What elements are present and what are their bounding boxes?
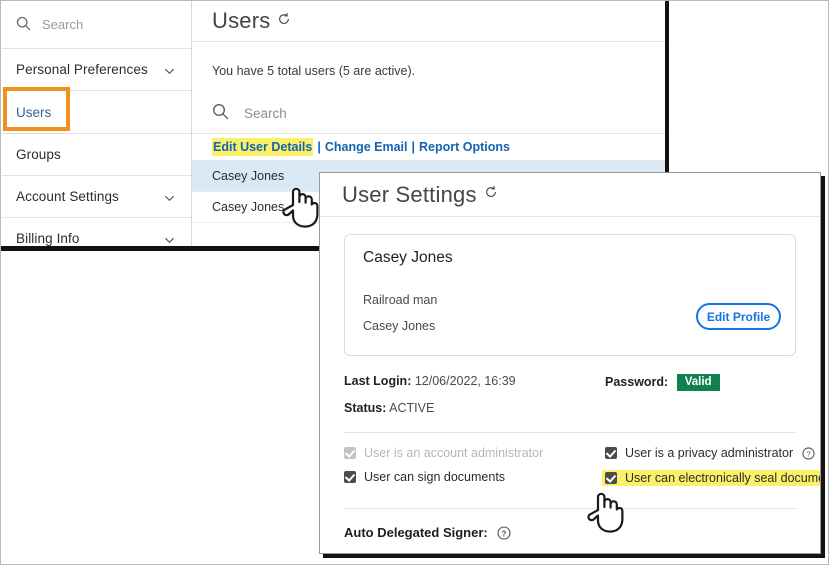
chevron-down-icon: [164, 233, 175, 244]
divider: [344, 432, 796, 433]
link-separator: |: [317, 140, 321, 154]
chevron-down-icon: [164, 191, 175, 202]
checkbox-checked-icon: [605, 472, 617, 484]
auto-delegated-signer-row: Auto Delegated Signer: ?: [344, 525, 796, 540]
help-circle-icon[interactable]: ?: [497, 526, 511, 540]
permission-account-administrator[interactable]: User is an account administrator: [344, 446, 543, 460]
help-circle-icon[interactable]: ?: [802, 447, 815, 460]
profile-full-name: Casey Jones: [363, 319, 435, 333]
status-value: ACTIVE: [389, 401, 434, 415]
sidebar-item-users[interactable]: Users: [2, 91, 191, 134]
users-count-text: You have 5 total users (5 are active).: [192, 42, 669, 78]
chevron-down-icon: [164, 64, 175, 75]
sidebar-nav: Search Personal Preferences Users Groups…: [2, 1, 192, 246]
sidebar-item-label: Users: [16, 105, 51, 120]
sidebar-item-billing-info[interactable]: Billing Info: [2, 218, 191, 246]
permission-electronically-seal-documents[interactable]: User can electronically seal documents: [602, 470, 821, 486]
profile-display-name: Casey Jones: [363, 249, 777, 267]
account-meta-block: Last Login: 12/06/2022, 16:39 Password: …: [344, 374, 796, 426]
link-separator: |: [412, 140, 416, 154]
divider: [344, 508, 796, 509]
status-badge: Valid: [677, 374, 720, 391]
sidebar-item-label: Groups: [16, 147, 61, 162]
users-search-field[interactable]: Search: [192, 94, 669, 134]
password-label: Password:: [605, 375, 668, 389]
sidebar-search[interactable]: Search: [2, 1, 191, 49]
screenshot-root: Search Personal Preferences Users Groups…: [0, 0, 829, 565]
user-name: Casey Jones: [212, 200, 284, 214]
svg-text:?: ?: [807, 449, 811, 458]
sidebar-search-placeholder: Search: [42, 17, 83, 32]
report-options-link[interactable]: Report Options: [419, 140, 510, 154]
sidebar-item-personal-preferences[interactable]: Personal Preferences: [2, 49, 191, 91]
sidebar-item-label: Billing Info: [16, 231, 80, 246]
permission-label: User is an account administrator: [364, 446, 543, 460]
last-login-label: Last Login:: [344, 374, 411, 388]
permissions-grid: User is an account administrator User is…: [344, 446, 796, 500]
user-settings-panel: User Settings Casey Jones Railroad man C…: [319, 172, 821, 554]
profile-role: Railroad man: [363, 293, 437, 307]
page-title: User Settings: [342, 182, 477, 208]
checkbox-checked-icon: [605, 447, 617, 459]
page-title: Users: [212, 8, 270, 34]
permission-sign-documents[interactable]: User can sign documents: [344, 470, 505, 484]
edit-user-details-link[interactable]: Edit User Details: [212, 138, 313, 156]
change-email-link[interactable]: Change Email: [325, 140, 408, 154]
permission-privacy-administrator[interactable]: User is a privacy administrator ?: [605, 446, 815, 460]
permission-label: User can sign documents: [364, 470, 505, 484]
settings-title-bar: User Settings: [320, 173, 820, 217]
sidebar-item-label: Account Settings: [16, 189, 119, 204]
user-name: Casey Jones: [212, 169, 284, 183]
status-line: Status: ACTIVE: [344, 401, 434, 415]
auto-delegated-signer-label: Auto Delegated Signer:: [344, 525, 488, 540]
last-login-value: 12/06/2022, 16:39: [415, 374, 516, 388]
sidebar-item-label: Personal Preferences: [16, 62, 148, 77]
permission-label: User can electronically seal documents: [625, 471, 821, 485]
users-title-bar: Users: [192, 1, 669, 42]
user-action-links: Edit User Details | Change Email | Repor…: [192, 134, 669, 161]
edit-profile-button[interactable]: Edit Profile: [696, 303, 781, 330]
refresh-icon[interactable]: [484, 185, 498, 204]
sidebar-item-account-settings[interactable]: Account Settings: [2, 176, 191, 218]
checkbox-checked-icon: [344, 471, 356, 483]
svg-text:?: ?: [501, 529, 506, 538]
search-icon: [212, 103, 229, 125]
refresh-icon[interactable]: [277, 12, 291, 31]
users-search-placeholder: Search: [244, 106, 287, 121]
last-login-line: Last Login: 12/06/2022, 16:39: [344, 374, 516, 388]
checkbox-checked-icon: [344, 447, 356, 459]
sidebar-item-groups[interactable]: Groups: [2, 134, 191, 176]
password-line: Password: Valid: [605, 374, 720, 391]
permission-label: User is a privacy administrator: [625, 446, 793, 460]
profile-card: Casey Jones Railroad man Casey Jones Edi…: [344, 234, 796, 356]
status-label: Status:: [344, 401, 386, 415]
search-icon: [16, 16, 31, 34]
